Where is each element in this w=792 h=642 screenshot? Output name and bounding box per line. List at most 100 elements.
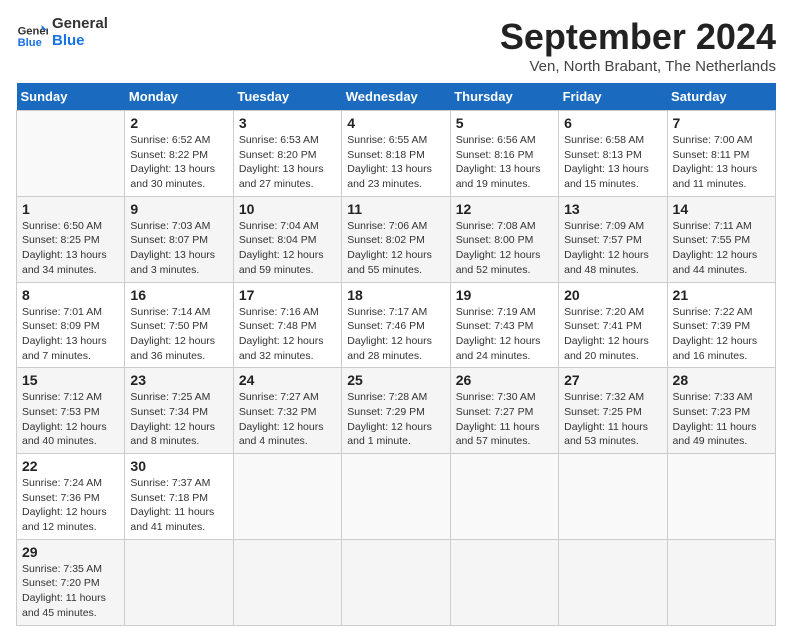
day-detail: Sunrise: 7:32 AM Sunset: 7:25 PM Dayligh… <box>564 390 661 449</box>
week-row-5: 29Sunrise: 7:35 AM Sunset: 7:20 PM Dayli… <box>17 539 776 625</box>
calendar-cell <box>17 111 125 197</box>
day-number: 25 <box>347 372 444 388</box>
calendar-cell <box>233 539 341 625</box>
calendar-cell: 20Sunrise: 7:20 AM Sunset: 7:41 PM Dayli… <box>559 282 667 368</box>
day-detail: Sunrise: 7:28 AM Sunset: 7:29 PM Dayligh… <box>347 390 444 449</box>
day-detail: Sunrise: 6:52 AM Sunset: 8:22 PM Dayligh… <box>130 133 227 192</box>
calendar-cell <box>559 539 667 625</box>
day-number: 9 <box>130 201 227 217</box>
day-number: 1 <box>22 201 119 217</box>
day-detail: Sunrise: 7:01 AM Sunset: 8:09 PM Dayligh… <box>22 305 119 364</box>
day-detail: Sunrise: 7:11 AM Sunset: 7:55 PM Dayligh… <box>673 219 770 278</box>
calendar-cell: 30Sunrise: 7:37 AM Sunset: 7:18 PM Dayli… <box>125 454 233 540</box>
day-number: 30 <box>130 458 227 474</box>
logo-general-text: General <box>52 16 108 33</box>
calendar-cell <box>559 454 667 540</box>
day-number: 21 <box>673 287 770 303</box>
day-number: 24 <box>239 372 336 388</box>
calendar-cell: 14 Sunrise: 7:11 AM Sunset: 7:55 PM Dayli… <box>667 196 775 282</box>
week-row-1: 1 Sunrise: 6:50 AM Sunset: 8:25 PM Daylig… <box>17 196 776 282</box>
calendar-cell <box>125 539 233 625</box>
day-detail: Sunrise: 7:17 AM Sunset: 7:46 PM Dayligh… <box>347 305 444 364</box>
day-number: 22 <box>22 458 119 474</box>
calendar-cell: 28Sunrise: 7:33 AM Sunset: 7:23 PM Dayli… <box>667 368 775 454</box>
day-number: 23 <box>130 372 227 388</box>
column-header-friday: Friday <box>559 83 667 111</box>
day-detail: Sunrise: 7:06 AM Sunset: 8:02 PM Dayligh… <box>347 219 444 278</box>
calendar-cell: 18 Sunrise: 7:17 AM Sunset: 7:46 PM Dayli… <box>342 282 450 368</box>
day-number: 16 <box>130 287 227 303</box>
day-detail: Sunrise: 7:00 AM Sunset: 8:11 PM Dayligh… <box>673 133 770 192</box>
location-subtitle: Ven, North Brabant, The Netherlands <box>500 58 776 75</box>
day-detail: Sunrise: 7:04 AM Sunset: 8:04 PM Dayligh… <box>239 219 336 278</box>
day-detail: Sunrise: 6:58 AM Sunset: 8:13 PM Dayligh… <box>564 133 661 192</box>
day-detail: Sunrise: 7:19 AM Sunset: 7:43 PM Dayligh… <box>456 305 553 364</box>
calendar-cell: 27 Sunrise: 7:32 AM Sunset: 7:25 PM Dayli… <box>559 368 667 454</box>
day-number: 18 <box>347 287 444 303</box>
day-detail: Sunrise: 6:53 AM Sunset: 8:20 PM Dayligh… <box>239 133 336 192</box>
calendar-cell: 15Sunrise: 7:12 AM Sunset: 7:53 PM Dayli… <box>17 368 125 454</box>
calendar-cell: 17 Sunrise: 7:16 AM Sunset: 7:48 PM Dayli… <box>233 282 341 368</box>
logo-icon: General Blue <box>16 17 48 49</box>
day-detail: Sunrise: 7:25 AM Sunset: 7:34 PM Dayligh… <box>130 390 227 449</box>
month-title: September 2024 <box>500 16 776 58</box>
calendar-cell: 16 Sunrise: 7:14 AM Sunset: 7:50 PM Dayli… <box>125 282 233 368</box>
calendar-cell: 9 Sunrise: 7:03 AM Sunset: 8:07 PM Daylig… <box>125 196 233 282</box>
day-detail: Sunrise: 6:50 AM Sunset: 8:25 PM Dayligh… <box>22 219 119 278</box>
day-detail: Sunrise: 7:03 AM Sunset: 8:07 PM Dayligh… <box>130 219 227 278</box>
calendar-cell: 1 Sunrise: 6:50 AM Sunset: 8:25 PM Daylig… <box>17 196 125 282</box>
calendar-cell: 5 Sunrise: 6:56 AM Sunset: 8:16 PM Daylig… <box>450 111 558 197</box>
column-header-tuesday: Tuesday <box>233 83 341 111</box>
calendar-cell <box>342 454 450 540</box>
logo-blue-text: Blue <box>52 33 108 50</box>
day-number: 11 <box>347 201 444 217</box>
day-number: 5 <box>456 115 553 131</box>
day-number: 6 <box>564 115 661 131</box>
calendar-cell: 7 Sunrise: 7:00 AM Sunset: 8:11 PM Daylig… <box>667 111 775 197</box>
column-header-monday: Monday <box>125 83 233 111</box>
calendar-cell <box>342 539 450 625</box>
day-number: 3 <box>239 115 336 131</box>
day-detail: Sunrise: 7:33 AM Sunset: 7:23 PM Dayligh… <box>673 390 770 449</box>
calendar-cell: 22 Sunrise: 7:24 AM Sunset: 7:36 PM Dayli… <box>17 454 125 540</box>
header-row: SundayMondayTuesdayWednesdayThursdayFrid… <box>17 83 776 111</box>
day-number: 29 <box>22 544 119 560</box>
day-detail: Sunrise: 7:27 AM Sunset: 7:32 PM Dayligh… <box>239 390 336 449</box>
calendar-cell: 19Sunrise: 7:19 AM Sunset: 7:43 PM Dayli… <box>450 282 558 368</box>
day-detail: Sunrise: 7:24 AM Sunset: 7:36 PM Dayligh… <box>22 476 119 535</box>
calendar-cell: 11 Sunrise: 7:06 AM Sunset: 8:02 PM Dayli… <box>342 196 450 282</box>
calendar-cell: 13Sunrise: 7:09 AM Sunset: 7:57 PM Dayli… <box>559 196 667 282</box>
day-number: 26 <box>456 372 553 388</box>
calendar-cell <box>450 539 558 625</box>
day-number: 7 <box>673 115 770 131</box>
day-number: 8 <box>22 287 119 303</box>
week-row-3: 15Sunrise: 7:12 AM Sunset: 7:53 PM Dayli… <box>17 368 776 454</box>
day-detail: Sunrise: 7:14 AM Sunset: 7:50 PM Dayligh… <box>130 305 227 364</box>
calendar-cell <box>450 454 558 540</box>
day-number: 17 <box>239 287 336 303</box>
day-number: 12 <box>456 201 553 217</box>
column-header-saturday: Saturday <box>667 83 775 111</box>
week-row-2: 8 Sunrise: 7:01 AM Sunset: 8:09 PM Daylig… <box>17 282 776 368</box>
day-detail: Sunrise: 7:22 AM Sunset: 7:39 PM Dayligh… <box>673 305 770 364</box>
day-detail: Sunrise: 7:16 AM Sunset: 7:48 PM Dayligh… <box>239 305 336 364</box>
day-number: 20 <box>564 287 661 303</box>
column-header-thursday: Thursday <box>450 83 558 111</box>
calendar-cell: 8 Sunrise: 7:01 AM Sunset: 8:09 PM Daylig… <box>17 282 125 368</box>
day-number: 14 <box>673 201 770 217</box>
title-block: September 2024 Ven, North Brabant, The N… <box>500 16 776 75</box>
calendar-cell: 25 Sunrise: 7:28 AM Sunset: 7:29 PM Dayli… <box>342 368 450 454</box>
day-number: 27 <box>564 372 661 388</box>
calendar-cell: 2Sunrise: 6:52 AM Sunset: 8:22 PM Daylig… <box>125 111 233 197</box>
calendar-cell: 4Sunrise: 6:55 AM Sunset: 8:18 PM Daylig… <box>342 111 450 197</box>
calendar-cell <box>667 539 775 625</box>
logo: General Blue General Blue <box>16 16 108 49</box>
day-detail: Sunrise: 6:56 AM Sunset: 8:16 PM Dayligh… <box>456 133 553 192</box>
week-row-0: 2Sunrise: 6:52 AM Sunset: 8:22 PM Daylig… <box>17 111 776 197</box>
day-detail: Sunrise: 7:30 AM Sunset: 7:27 PM Dayligh… <box>456 390 553 449</box>
calendar-cell: 12 Sunrise: 7:08 AM Sunset: 8:00 PM Dayli… <box>450 196 558 282</box>
day-number: 15 <box>22 372 119 388</box>
day-number: 13 <box>564 201 661 217</box>
day-detail: Sunrise: 7:08 AM Sunset: 8:00 PM Dayligh… <box>456 219 553 278</box>
page-header: General Blue General Blue September 2024… <box>16 16 776 75</box>
